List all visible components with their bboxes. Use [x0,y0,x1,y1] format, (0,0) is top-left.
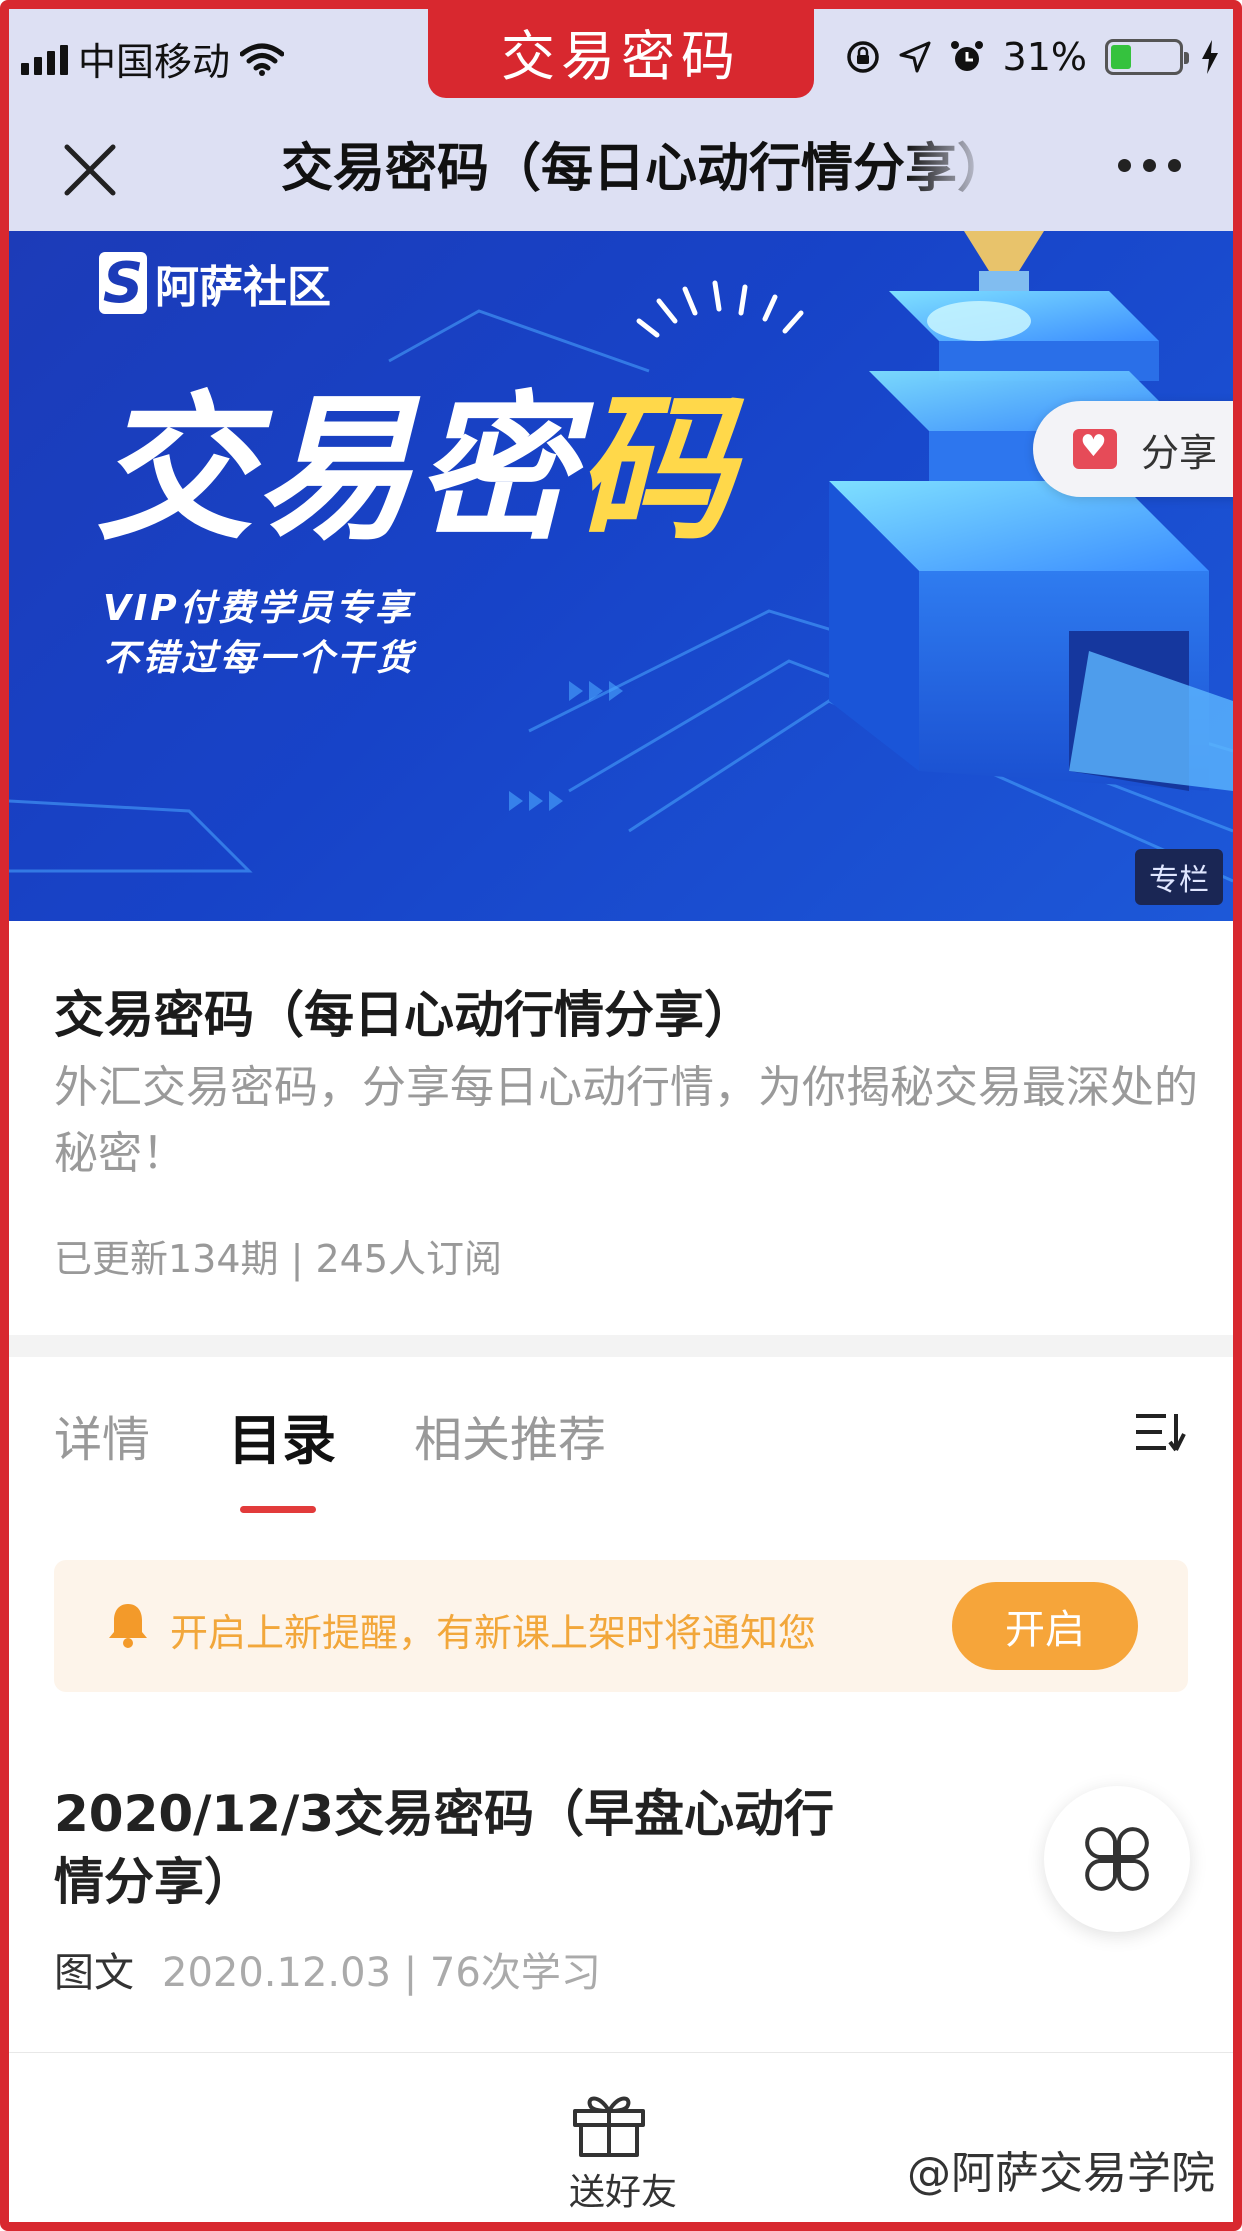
signal-icon [21,43,68,75]
tab-details[interactable]: 详情 [54,1400,150,1475]
share-button[interactable]: 分享 [1033,401,1233,497]
nav-title: 交易密码（每日心动行情分享） [281,139,991,199]
banner-subtitle-2: 不错过每一个干货 [103,638,416,679]
rotation-lock-icon [846,41,879,73]
battery-percent: 31% [1002,35,1087,79]
brand-name: 阿萨社区 [155,262,331,313]
share-label: 分享 [1141,430,1218,475]
course-title: 交易密码（每日心动行情分享） [54,986,754,1044]
tab-catalog[interactable]: 目录 [228,1396,336,1513]
nav-bar: 交易密码（每日心动行情分享） [9,109,1233,231]
course-banner: S 阿萨社区 交易密码 VIP付费学员专享 不错过每一个干货 分享 专栏 [9,231,1233,921]
gift-label[interactable]: 送好友 [569,2163,679,2215]
watermark: @阿萨交易学院 [907,2148,1215,2199]
lesson-stats: 2020.12.03 | 76次学习 [162,1950,601,1996]
gift-icon[interactable] [569,2089,649,2159]
share-heart-icon [1073,427,1117,469]
lesson-title[interactable]: 2020/12/3交易密码（早盘心动行情分享） [54,1780,854,1916]
brand-logo: S 阿萨社区 [99,251,331,316]
banner-subtitle-1: VIP付费学员专享 [103,588,414,629]
charging-icon [1202,40,1218,74]
battery-fill [1111,45,1132,69]
banner-title-white: 交易密 [95,378,575,562]
more-icon[interactable] [1118,159,1181,172]
course-meta: 已更新134期 | 245人订阅 [54,1237,503,1281]
notice-text: 开启上新提醒，有新课上架时将通知您 [170,1611,817,1655]
page-title-tab: 交易密码 [428,4,814,98]
tab-bar: 详情 目录 相关推荐 [54,1400,606,1513]
alarm-icon [950,41,983,71]
banner-illustration [9,231,1233,883]
carrier-label: 中国移动 [78,40,231,84]
enable-notice-button[interactable]: 开启 [952,1582,1138,1670]
location-icon [899,41,931,73]
section-divider [9,1335,1233,1357]
course-description: 外汇交易密码，分享每日心动行情，为你揭秘交易最深处的秘密！ [54,1062,1198,1179]
banner-title: 交易密码 [95,341,735,570]
battery-icon [1105,39,1189,75]
status-right: 31% [845,35,1219,79]
brand-s-icon: S [99,251,147,316]
clover-icon [1085,1827,1149,1891]
sort-icon[interactable] [1132,1410,1192,1454]
column-tag: 专栏 [1135,849,1223,905]
lesson-kind: 图文 [54,1950,134,1996]
bell-icon [109,1604,147,1648]
status-left: 中国移动 [21,31,285,86]
new-course-notice: 开启上新提醒，有新课上架时将通知您 开启 [54,1560,1188,1692]
close-icon[interactable] [59,139,121,201]
lesson-meta: 图文 2020.12.03 | 76次学习 [54,1940,601,1998]
banner-title-yellow: 码 [575,378,735,562]
bottom-bar: 送好友 @阿萨交易学院 [9,2052,1233,2222]
wifi-icon [240,43,285,76]
floating-menu-button[interactable] [1044,1786,1190,1932]
tab-recommend[interactable]: 相关推荐 [414,1400,606,1475]
